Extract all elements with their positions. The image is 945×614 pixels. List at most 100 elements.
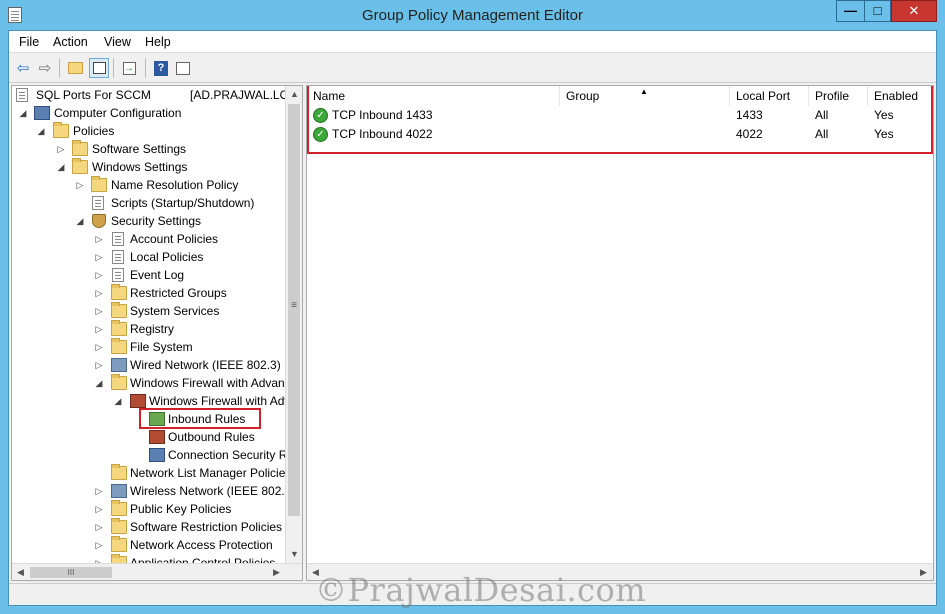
tree-item-label: Name Resolution Policy — [111, 178, 239, 192]
tree-item-label: Event Log — [130, 268, 185, 282]
tree-item-application-control[interactable]: ▷ Application Control Policies — [12, 554, 292, 563]
app-window: Group Policy Management Editor — □ ✕ Fil… — [0, 0, 945, 614]
export-list-icon[interactable]: → — [119, 58, 139, 78]
locked-folder-icon — [111, 338, 127, 354]
tree-item-account-policies[interactable]: ▷ Account Policies — [12, 230, 292, 248]
forward-icon[interactable]: ⇨ — [35, 58, 55, 78]
tree-item-system-services[interactable]: ▷ System Services — [12, 302, 292, 320]
tree-item-file-system[interactable]: ▷ File System — [12, 338, 292, 356]
expand-arrow-icon[interactable]: ▷ — [94, 338, 104, 356]
tree-item-event-log[interactable]: ▷ Event Log — [12, 266, 292, 284]
folder-icon — [111, 500, 127, 516]
expand-arrow-icon[interactable]: ▷ — [94, 482, 104, 500]
tree-item-connection-security[interactable]: Connection Security R — [12, 446, 292, 464]
close-button[interactable]: ✕ — [891, 0, 937, 22]
tree-item-label: Security Settings — [111, 214, 202, 228]
tree-item-label: Software Restriction Policies — [130, 520, 283, 534]
expand-arrow-icon[interactable]: ▷ — [75, 176, 85, 194]
security-settings-icon — [92, 214, 106, 228]
collapse-arrow-icon[interactable]: ◢ — [113, 392, 123, 410]
policy-icon — [112, 250, 124, 264]
scroll-up-icon[interactable]: ▲ — [286, 86, 302, 103]
expand-arrow-icon[interactable]: ▷ — [94, 536, 104, 554]
tree-item-label: Restricted Groups — [130, 286, 227, 300]
tree-root-domain: [AD.PRAJWAL.LOC — [190, 88, 298, 102]
tree-item-network-list-manager[interactable]: Network List Manager Policies — [12, 464, 292, 482]
expand-arrow-icon[interactable]: ▷ — [94, 284, 104, 302]
rules-highlight — [307, 86, 933, 154]
tree-horizontal-scrollbar[interactable]: ◀ III ▶ — [12, 563, 302, 580]
menu-view[interactable]: View — [104, 35, 131, 49]
tree-item-label: System Services — [130, 304, 220, 318]
tree-item-label: Connection Security R — [168, 448, 288, 462]
tree-item-restricted-groups[interactable]: ▷ Restricted Groups — [12, 284, 292, 302]
minimize-button[interactable]: — — [836, 0, 864, 22]
tree-root[interactable]: SQL Ports For SCCM [AD.PRAJWAL.LOC — [14, 86, 298, 104]
expand-arrow-icon[interactable]: ▷ — [94, 518, 104, 536]
collapse-arrow-icon[interactable]: ◢ — [36, 122, 46, 140]
scroll-right-icon[interactable]: ▶ — [268, 564, 285, 580]
menu-action[interactable]: Action — [53, 35, 88, 49]
properties-view-icon[interactable] — [173, 58, 193, 78]
locked-folder-icon — [111, 320, 127, 336]
expand-arrow-icon[interactable]: ▷ — [94, 266, 104, 284]
help-icon[interactable]: ? — [151, 58, 171, 78]
tree-item-network-access-protection[interactable]: ▷ Network Access Protection — [12, 536, 292, 554]
scroll-left-icon[interactable]: ◀ — [12, 564, 29, 580]
back-icon[interactable]: ⇦ — [13, 58, 33, 78]
title-bar[interactable]: Group Policy Management Editor — □ ✕ — [0, 0, 945, 30]
tree-item-local-policies[interactable]: ▷ Local Policies — [12, 248, 292, 266]
computer-icon — [34, 106, 50, 120]
tree-item-label: Windows Firewall with Advan — [130, 376, 285, 390]
tree-item-wired-network[interactable]: ▷ Wired Network (IEEE 802.3) Po — [12, 356, 299, 374]
expand-arrow-icon[interactable]: ▷ — [94, 356, 104, 374]
scroll-thumb[interactable]: III — [30, 567, 112, 578]
tree-item-scripts[interactable]: Scripts (Startup/Shutdown) — [12, 194, 292, 212]
tree-item-computer-configuration[interactable]: ◢ Computer Configuration — [12, 104, 292, 122]
tree-item-public-key-policies[interactable]: ▷ Public Key Policies — [12, 500, 292, 518]
menu-file[interactable]: File — [19, 35, 39, 49]
expand-arrow-icon[interactable]: ▷ — [94, 248, 104, 266]
tree-item-windows-firewall[interactable]: ◢ Windows Firewall with Advan — [12, 374, 292, 392]
expand-arrow-icon[interactable]: ▷ — [94, 554, 104, 563]
expand-arrow-icon[interactable]: ▷ — [94, 320, 104, 338]
wireless-network-icon — [111, 484, 127, 498]
expand-arrow-icon[interactable]: ▷ — [94, 302, 104, 320]
up-folder-icon[interactable] — [65, 58, 85, 78]
maximize-button[interactable]: □ — [864, 0, 891, 22]
tree-item-label: Account Policies — [130, 232, 219, 246]
tree-item-outbound-rules[interactable]: Outbound Rules — [12, 428, 292, 446]
client-area: File Action View Help ⇦ ⇨ → ? SQL Ports … — [8, 30, 937, 606]
tree-item-label: Network Access Protection — [130, 538, 273, 552]
expand-arrow-icon[interactable]: ▷ — [56, 140, 66, 158]
menu-help[interactable]: Help — [145, 35, 171, 49]
tree-item-name-resolution-policy[interactable]: ▷ Name Resolution Policy — [12, 176, 292, 194]
scroll-right-icon[interactable]: ▶ — [915, 564, 932, 580]
tree-item-policies[interactable]: ◢ Policies — [12, 122, 292, 140]
expand-arrow-icon[interactable]: ▷ — [94, 230, 104, 248]
tree-item-security-settings[interactable]: ◢ Security Settings — [12, 212, 292, 230]
tree-item-registry[interactable]: ▷ Registry — [12, 320, 292, 338]
folder-icon — [72, 140, 88, 156]
collapse-arrow-icon[interactable]: ◢ — [56, 158, 66, 176]
show-hide-tree-icon[interactable] — [89, 58, 109, 78]
toolbar-separator — [59, 58, 60, 78]
tree-item-software-settings[interactable]: ▷ Software Settings — [12, 140, 292, 158]
collapse-arrow-icon[interactable]: ◢ — [94, 374, 104, 392]
expand-arrow-icon[interactable]: ▷ — [94, 500, 104, 518]
collapse-arrow-icon[interactable]: ◢ — [18, 104, 28, 122]
tree-item-label: Local Policies — [130, 250, 204, 264]
tree-item-label: Windows Settings — [92, 160, 188, 174]
tree-item-software-restriction[interactable]: ▷ Software Restriction Policies — [12, 518, 292, 536]
toolbar-separator — [113, 58, 114, 78]
gpo-document-icon — [16, 88, 28, 102]
tree-item-label: Network List Manager Policies — [130, 466, 292, 480]
scroll-down-icon[interactable]: ▼ — [286, 546, 302, 563]
grip-icon: ≡ — [291, 300, 297, 311]
tree-item-windows-settings[interactable]: ◢ Windows Settings — [12, 158, 292, 176]
folder-icon — [53, 122, 69, 138]
tree-vertical-scrollbar[interactable]: ▲ ≡ ▼ — [285, 86, 302, 563]
scroll-thumb[interactable]: ≡ — [288, 104, 300, 516]
tree-item-wireless-network[interactable]: ▷ Wireless Network (IEEE 802.11 — [12, 482, 297, 500]
collapse-arrow-icon[interactable]: ◢ — [75, 212, 85, 230]
